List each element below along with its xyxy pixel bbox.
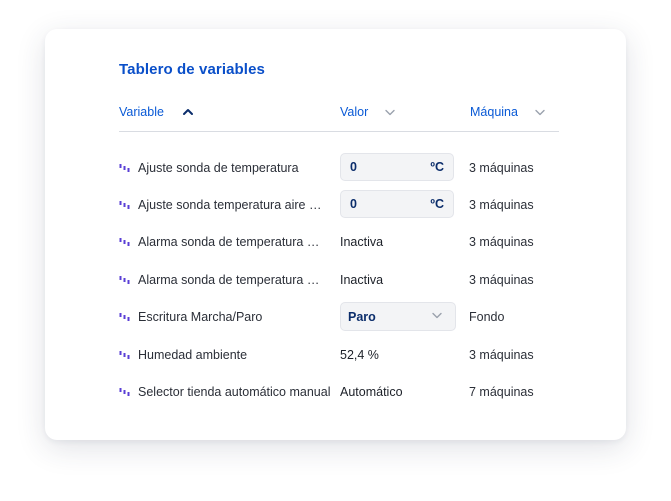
chevron-down-icon [431, 309, 443, 324]
value-text: Inactiva [340, 235, 384, 249]
variable-cell: Ajuste sonda de temperatura [119, 153, 299, 183]
value-unit: ºC [430, 197, 444, 211]
value-unit: ºC [430, 160, 444, 174]
table-row[interactable]: Ajuste sonda temperatura aire ex... 0 ºC… [119, 190, 559, 220]
value-text: Inactiva [340, 273, 384, 287]
variables-panel: Tablero de variables Variable Valor Máqu… [45, 29, 626, 440]
column-header-valor[interactable]: Valor [340, 105, 396, 119]
variable-cell: Selector tienda automático manual [119, 377, 330, 407]
variable-name: Alarma sonda de temperatura am... [138, 235, 326, 249]
variable-name: Alarma sonda de temperatura ext... [138, 273, 326, 287]
table-row[interactable]: Ajuste sonda de temperatura 0 ºC 3 máqui… [119, 153, 559, 183]
machine-cell: 7 máquinas [469, 385, 534, 399]
machine-cell: 3 máquinas [469, 348, 534, 362]
chevron-down-icon [384, 106, 396, 118]
machine-cell: 3 máquinas [469, 161, 534, 175]
variable-cell: Alarma sonda de temperatura ext... [119, 265, 326, 295]
value-input-text: 0 [350, 197, 357, 211]
machine-cell: 3 máquinas [469, 235, 534, 249]
column-header-variable[interactable]: Variable [119, 105, 194, 119]
value-select[interactable]: Paro [340, 302, 456, 331]
variable-cell: Ajuste sonda temperatura aire ex... [119, 190, 326, 220]
column-label-valor: Valor [340, 105, 369, 119]
machine-cell: 3 máquinas [469, 273, 534, 287]
table-row[interactable]: Escritura Marcha/Paro Paro Fondo [119, 302, 559, 332]
signal-bars-icon [119, 200, 130, 210]
signal-bars-icon [119, 275, 130, 285]
variable-name: Escritura Marcha/Paro [138, 310, 263, 324]
value-input-text: 0 [350, 160, 357, 174]
signal-bars-icon [119, 163, 130, 173]
panel-title: Tablero de variables [119, 61, 265, 78]
variable-cell: Humedad ambiente [119, 340, 247, 370]
chevron-up-icon [182, 106, 194, 118]
value-select-text: Paro [348, 309, 376, 324]
variable-name: Ajuste sonda de temperatura [138, 161, 299, 175]
variable-name: Humedad ambiente [138, 348, 248, 362]
value-text: 52,4 % [340, 348, 379, 362]
signal-bars-icon [119, 350, 130, 360]
table-header: Variable Valor Máquina [119, 105, 559, 132]
column-header-maquina[interactable]: Máquina [470, 105, 546, 119]
table-row[interactable]: Alarma sonda de temperatura ext... Inact… [119, 265, 559, 295]
value-input[interactable]: 0 ºC [340, 153, 454, 181]
column-label-variable: Variable [119, 105, 164, 119]
chevron-down-icon [534, 106, 546, 118]
value-text: Automático [340, 385, 403, 399]
variable-name: Selector tienda automático manual [138, 385, 331, 399]
table-row[interactable]: Selector tienda automático manual Automá… [119, 377, 559, 407]
column-label-maquina: Máquina [470, 105, 518, 119]
machine-cell: Fondo [469, 310, 505, 324]
value-input[interactable]: 0 ºC [340, 190, 454, 218]
signal-bars-icon [119, 312, 130, 322]
variable-cell: Alarma sonda de temperatura am... [119, 227, 326, 257]
variable-cell: Escritura Marcha/Paro [119, 302, 262, 332]
variable-name: Ajuste sonda temperatura aire ex... [138, 198, 326, 212]
table-row[interactable]: Humedad ambiente 52,4 % 3 máquinas [119, 340, 559, 370]
signal-bars-icon [119, 237, 130, 247]
machine-cell: 3 máquinas [469, 198, 534, 212]
signal-bars-icon [119, 387, 130, 397]
table-row[interactable]: Alarma sonda de temperatura am... Inacti… [119, 227, 559, 257]
